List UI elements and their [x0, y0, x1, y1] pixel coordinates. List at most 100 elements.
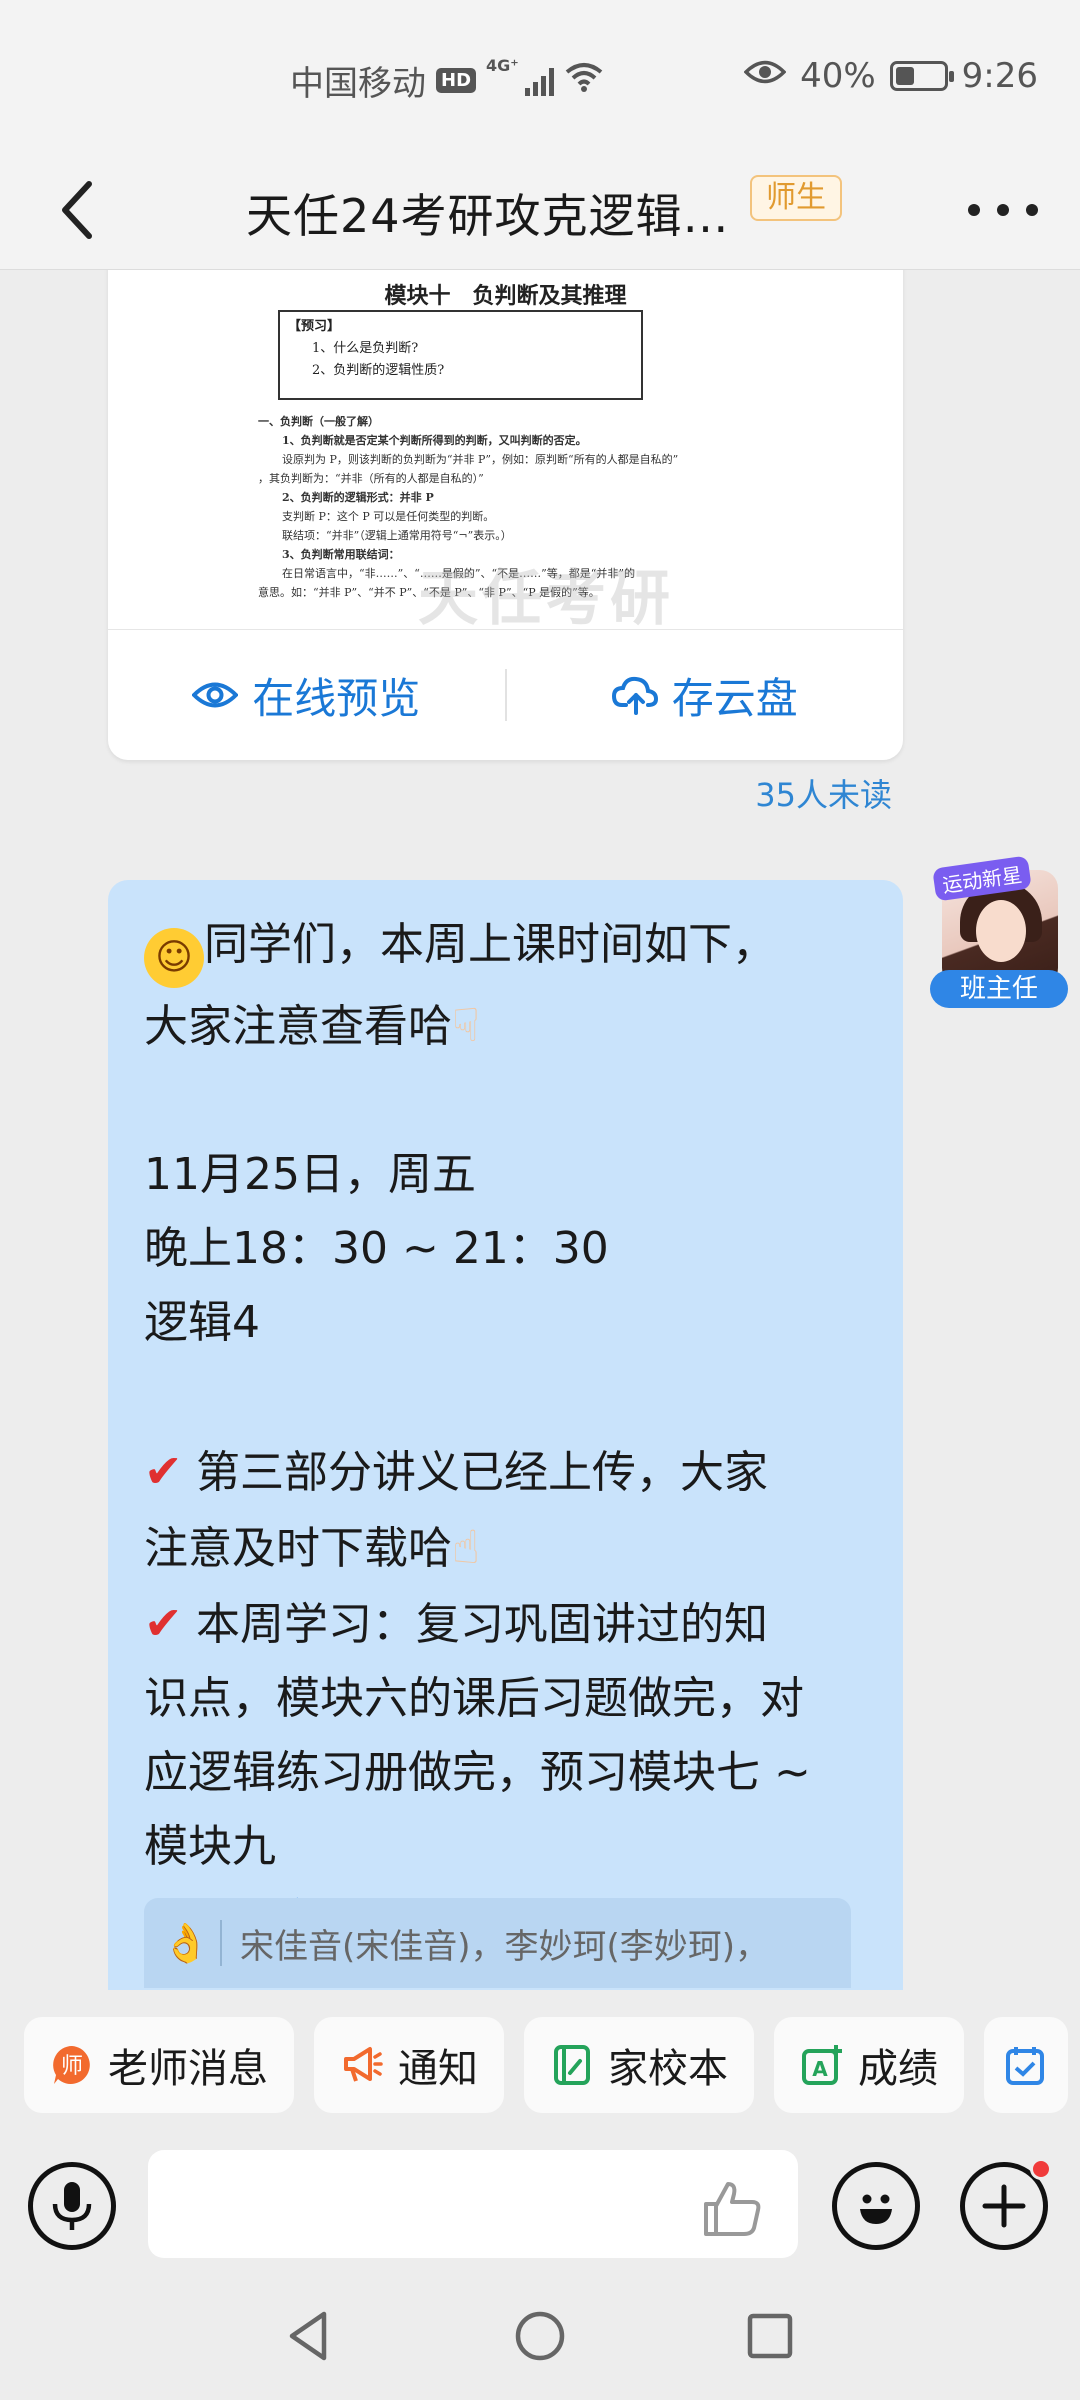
message-text: 大家注意查看哈 — [144, 1001, 452, 1052]
message-line: ✔ 第三部分讲义已经上传，大家 — [144, 1434, 867, 1510]
more-quick-button[interactable] — [984, 2017, 1068, 2113]
doc-line: 2、负判断的逻辑形式：并非 P — [282, 491, 434, 504]
preview-online-button[interactable]: 在线预览 — [108, 665, 505, 726]
check-mark-icon: ✔ — [144, 1596, 183, 1650]
message-line: 大家注意查看哈☟ — [144, 988, 867, 1064]
emoji-button[interactable] — [832, 2162, 920, 2250]
smile-emoji-icon: ☺ — [144, 928, 204, 988]
message-line: 应逻辑练习册做完，预习模块七 ~ — [144, 1747, 811, 1798]
teacher-icon: 师 — [50, 2043, 94, 2087]
check-mark-icon: ✔ — [144, 1444, 183, 1498]
preview-box: 【预习】 1、什么是负判断? 2、负判断的逻辑性质? — [278, 310, 643, 400]
more-dot-icon — [968, 204, 980, 216]
save-to-cloud-label: 存云盘 — [671, 673, 798, 723]
role-badge: 师生 — [750, 175, 842, 221]
cloud-upload-icon — [611, 676, 658, 715]
home-school-book-button[interactable]: 家校本 — [524, 2017, 754, 2113]
quick-label: 家校本 — [608, 2046, 728, 2092]
ok-hand-emoji-icon: 👌 — [162, 1920, 210, 1965]
more-button[interactable] — [968, 185, 1038, 235]
message-line: 识点，模块六的课后习题做完，对 — [144, 1673, 804, 1724]
card-actions: 在线预览 存云盘 — [108, 630, 903, 760]
status-bar: 中国移动 HD 4G⁺ 40% 9:26 — [0, 0, 1080, 150]
message-text: 本周学习：复习巩固讲过的知 — [196, 1599, 768, 1650]
megaphone-icon — [340, 2043, 384, 2087]
eye-icon — [192, 682, 239, 708]
microphone-icon — [52, 2182, 92, 2230]
pointing-down-emoji-icon: ☟ — [452, 998, 481, 1052]
unread-count[interactable]: 35人未读 — [755, 770, 892, 816]
doc-line: ，其负判断为：“并非（所有的人都是自私的）” — [258, 472, 484, 485]
smiley-icon — [860, 2194, 892, 2224]
message-line: 模块九 — [144, 1821, 276, 1872]
input-bar — [0, 2140, 1080, 2270]
preview-box-line: 1、什么是负判断? — [312, 341, 419, 356]
status-right: 40% 9:26 — [743, 56, 1038, 96]
watermark: 天任考研 — [418, 564, 674, 630]
plus-icon — [982, 2184, 1026, 2228]
voice-button[interactable] — [28, 2162, 116, 2250]
message-line: ☺ 同学们，本周上课时间如下， — [144, 908, 867, 988]
message-text: 第三部分讲义已经上传，大家 — [196, 1447, 768, 1498]
network-type: 4G⁺ — [486, 56, 519, 75]
message-bubble[interactable]: ☺ 同学们，本周上课时间如下， 大家注意查看哈☟ 11月25日，周五 晚上18：3… — [108, 880, 903, 1990]
like-icon[interactable] — [700, 2178, 770, 2238]
grades-button[interactable]: A 成绩 — [774, 2017, 964, 2113]
quick-label: 成绩 — [858, 2046, 938, 2092]
doc-line: 1、负判断就是否定某个判断所得到的判断，又叫判断的否定。 — [282, 434, 587, 447]
carrier-name: 中国移动 — [290, 64, 426, 104]
doc-line: 支判断 P：这个 P 可以是任何类型的判断。 — [282, 510, 495, 523]
message-text: 注意及时下载哈 — [144, 1523, 452, 1574]
svg-text:A: A — [812, 2057, 828, 2081]
save-to-cloud-button[interactable]: 存云盘 — [507, 665, 904, 726]
file-message-card[interactable]: 模块十 负判断及其推理 【预习】 1、什么是负判断? 2、负判断的逻辑性质? 一… — [108, 270, 903, 760]
more-dot-icon — [997, 204, 1009, 216]
pointing-up-emoji-icon: ☝ — [452, 1520, 481, 1574]
message-line: 逻辑4 — [144, 1297, 260, 1348]
svg-text:师: 师 — [61, 2054, 83, 2079]
circle-home-icon — [515, 2311, 565, 2361]
square-recents-icon — [747, 2313, 793, 2359]
message-line: 11月25日，周五 — [144, 1149, 476, 1200]
chat-title: 天任24考研攻克逻辑… — [246, 189, 730, 243]
triangle-back-icon — [289, 2311, 327, 2361]
notebook-icon — [550, 2043, 594, 2087]
message-text: 同学们，本周上课时间如下， — [204, 919, 776, 970]
status-left: 中国移动 HD 4G⁺ — [290, 56, 604, 105]
signal-icon — [524, 66, 554, 96]
reaction-bar[interactable]: 👌 宋佳音(宋佳音)，李妙珂(李妙珂)， — [144, 1898, 851, 1988]
battery-percent: 40% — [800, 56, 876, 96]
quick-label: 通知 — [398, 2046, 478, 2092]
doc-line: 一、负判断（一般了解） — [258, 415, 379, 428]
teacher-message-button[interactable]: 师 老师消息 — [24, 2017, 294, 2113]
document-preview[interactable]: 模块十 负判断及其推理 【预习】 1、什么是负判断? 2、负判断的逻辑性质? 一… — [108, 270, 903, 630]
reaction-names: 宋佳音(宋佳音)，李妙珂(李妙珂)， — [240, 1926, 770, 1967]
preview-online-label: 在线预览 — [252, 673, 421, 723]
sender-avatar[interactable]: 运动新星 班主任 — [930, 855, 1068, 1030]
nav-recents-button[interactable] — [740, 2306, 800, 2366]
document-title: 模块十 负判断及其推理 — [384, 283, 627, 309]
quick-action-bar[interactable]: 师 老师消息 通知 家校本 A 成绩 — [0, 1990, 1080, 2140]
doc-line: 联结项：“并非”（逻辑上通常用符号“¬”表示。） — [282, 529, 512, 542]
notice-button[interactable]: 通知 — [314, 2017, 504, 2113]
message-line: 注意及时下载哈☝ — [144, 1510, 867, 1586]
title-bar: 天任24考研攻克逻辑… 师生 — [0, 150, 1080, 270]
sender-role-tag: 班主任 — [930, 970, 1068, 1008]
chat-area[interactable]: 模块十 负判断及其推理 【预习】 1、什么是负判断? 2、负判断的逻辑性质? 一… — [0, 270, 1080, 1990]
notification-dot — [1030, 2158, 1052, 2180]
hd-icon: HD — [436, 68, 477, 93]
preview-box-line: 【预习】 — [288, 319, 341, 334]
message-line: 晚上18：30 ~ 21：30 — [144, 1223, 609, 1274]
doc-line: 设原判为 P，则该判断的负判断为“并非 P”，例如：原判断“所有的人都是自私的” — [282, 453, 679, 466]
nav-home-button[interactable] — [510, 2306, 570, 2366]
wifi-icon — [564, 60, 604, 101]
back-arrow-icon — [62, 181, 92, 239]
back-button[interactable] — [42, 172, 112, 248]
nav-back-button[interactable] — [280, 2306, 340, 2366]
grade-icon: A — [800, 2043, 844, 2087]
eye-icon — [743, 56, 787, 96]
calendar-check-icon — [1004, 2043, 1048, 2087]
quick-label: 老师消息 — [108, 2046, 268, 2092]
clock: 9:26 — [961, 56, 1038, 96]
battery-icon — [889, 61, 954, 91]
